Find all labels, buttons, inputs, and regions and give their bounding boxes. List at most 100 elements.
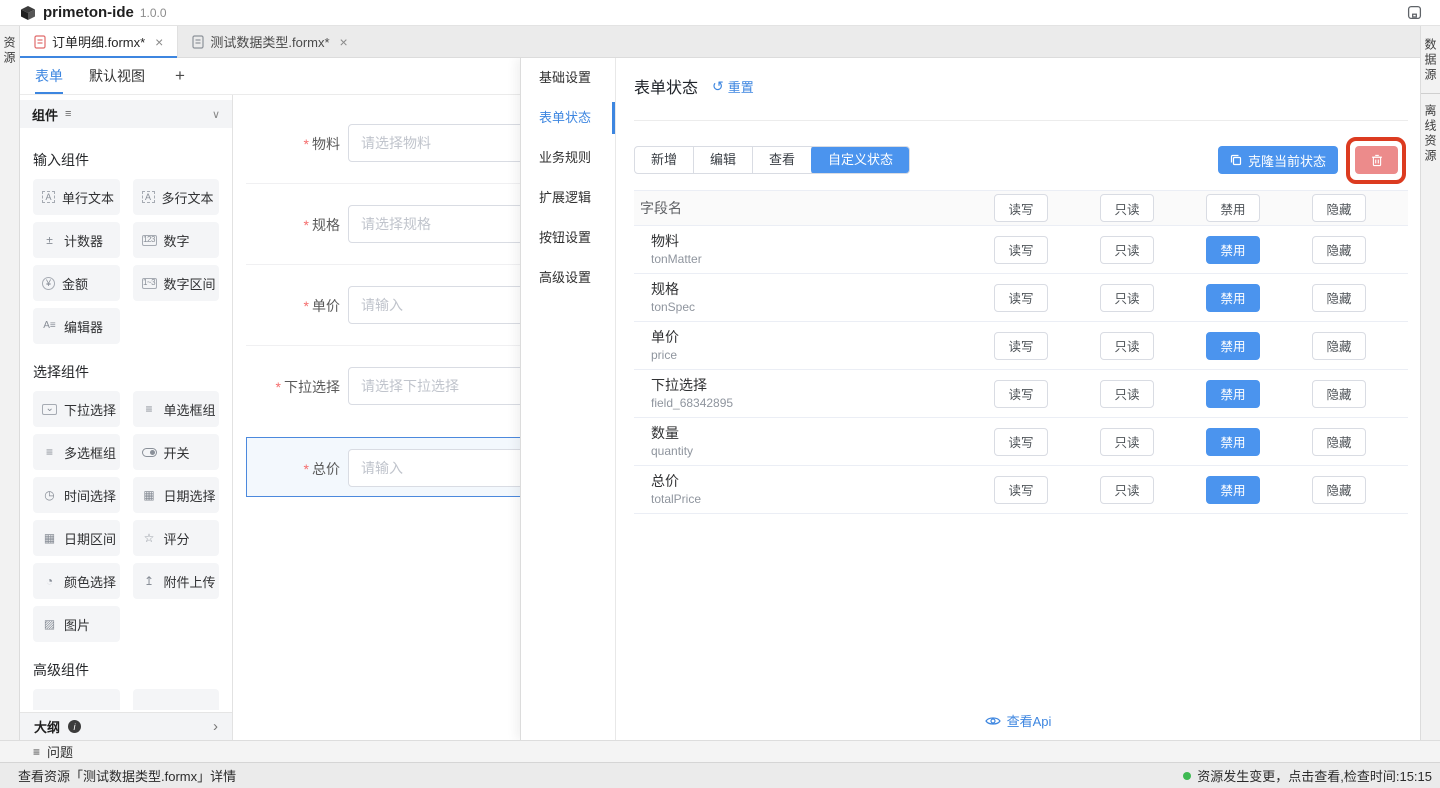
spec-input[interactable] [348, 205, 520, 243]
component-number[interactable]: 123数字 [133, 222, 220, 258]
component-color-picker[interactable]: ◔颜色选择 [33, 563, 120, 599]
disabled-option-button[interactable]: 禁用 [1206, 194, 1260, 222]
hidden-option-button[interactable]: 隐藏 [1312, 284, 1366, 312]
disabled-option-button[interactable]: 禁用 [1206, 380, 1260, 408]
chevron-down-icon[interactable]: ∨ [212, 108, 220, 121]
disabled-option-button[interactable]: 禁用 [1206, 236, 1260, 264]
hidden-option-button[interactable]: 隐藏 [1312, 332, 1366, 360]
readwrite-option-button[interactable]: 读写 [994, 476, 1048, 504]
material-input[interactable] [348, 124, 520, 162]
readonly-option-button[interactable]: 只读 [1100, 194, 1154, 222]
readonly-option-button[interactable]: 只读 [1100, 284, 1154, 312]
component-date-range[interactable]: ▦日期区间 [33, 520, 120, 556]
readwrite-option-button[interactable]: 读写 [994, 332, 1048, 360]
state-tab-new[interactable]: 新增 [635, 147, 694, 173]
view-tab-label: 表单 [35, 66, 63, 86]
components-panel-header[interactable]: 组件 ≡ ∨ [20, 100, 232, 128]
component-upload[interactable]: ↥附件上传 [133, 563, 220, 599]
menu-business-rules[interactable]: 业务规则 [521, 138, 615, 178]
component-button[interactable] [133, 689, 220, 710]
readonly-option-button[interactable]: 只读 [1100, 476, 1154, 504]
component-button[interactable] [33, 689, 120, 710]
component-number-range[interactable]: 1~3数字区间 [133, 265, 220, 301]
disabled-option-button[interactable]: 禁用 [1206, 284, 1260, 312]
menu-extension-logic[interactable]: 扩展逻辑 [521, 178, 615, 218]
delete-state-button[interactable] [1355, 146, 1398, 174]
component-rating[interactable]: ☆评分 [133, 520, 220, 556]
outline-toggle[interactable]: 大纲 i › [20, 712, 232, 740]
field-name: 总价 [651, 471, 968, 491]
resources-rail-tab[interactable]: 资源 [1, 36, 18, 66]
field-label-text: 规格 [312, 217, 340, 233]
total-price-input[interactable] [348, 449, 520, 487]
tab-form[interactable]: 表单 [35, 58, 63, 94]
rating-icon: ☆ [142, 531, 157, 545]
state-tab-view[interactable]: 查看 [753, 147, 812, 173]
table-header-row: 字段名 读写 只读 禁用 隐藏 [634, 190, 1408, 226]
state-tab-edit[interactable]: 编辑 [694, 147, 753, 173]
form-field-total-price[interactable]: *总价 [233, 449, 520, 487]
counter-icon: ± [42, 233, 57, 247]
hidden-option-button[interactable]: 隐藏 [1312, 380, 1366, 408]
menu-form-state[interactable]: 表单状态 [521, 98, 615, 138]
readonly-option-button[interactable]: 只读 [1100, 236, 1154, 264]
form-field-unit-price[interactable]: *单价 [233, 286, 520, 324]
problems-bar[interactable]: ≡ 问题 [0, 740, 1440, 762]
close-icon[interactable]: × [155, 35, 163, 49]
reset-link[interactable]: ↺ 重置 [712, 77, 754, 96]
close-icon[interactable]: × [340, 35, 348, 49]
field-label: *下拉选择 [233, 377, 340, 397]
component-counter[interactable]: ±计数器 [33, 222, 120, 258]
clone-current-state-button[interactable]: 克隆当前状态 [1218, 146, 1338, 174]
tab-order-detail-formx[interactable]: 订单明细.formx* × [20, 26, 178, 57]
readwrite-option-button[interactable]: 读写 [994, 380, 1048, 408]
view-api-link[interactable]: 查看Api [616, 711, 1420, 730]
menu-basic-settings[interactable]: 基础设置 [521, 58, 615, 98]
component-time-picker[interactable]: ◷时间选择 [33, 477, 120, 513]
datasource-rail-tab[interactable]: 数据源 [1422, 38, 1439, 83]
status-left-text[interactable]: 查看资源「测试数据类型.formx」详情 [18, 766, 236, 785]
offline-resources-rail-tab[interactable]: 离线资源 [1422, 104, 1439, 164]
component-radio-group[interactable]: ≡单选框组 [133, 391, 220, 427]
readonly-option-button[interactable]: 只读 [1100, 332, 1154, 360]
form-field-dropdown[interactable]: *下拉选择 [233, 367, 520, 405]
component-switch[interactable]: 开关 [133, 434, 220, 470]
hidden-option-button[interactable]: 隐藏 [1312, 194, 1366, 222]
disabled-option-button[interactable]: 禁用 [1206, 428, 1260, 456]
left-rail: 资源 [0, 26, 20, 740]
form-field-spec[interactable]: *规格 [233, 205, 520, 243]
window-icon[interactable] [1407, 5, 1422, 20]
hidden-option-button[interactable]: 隐藏 [1312, 476, 1366, 504]
readwrite-option-button[interactable]: 读写 [994, 428, 1048, 456]
tab-test-datatype-formx[interactable]: 测试数据类型.formx* × [178, 26, 361, 57]
component-image[interactable]: ▨图片 [33, 606, 120, 642]
component-single-line-text[interactable]: A单行文本 [33, 179, 120, 215]
component-date-picker[interactable]: ▦日期选择 [133, 477, 220, 513]
readonly-option-button[interactable]: 只读 [1100, 380, 1154, 408]
component-list: 输入组件 A单行文本 A多行文本 ±计数器 123数字 ¥金额 1~3数字区间 … [20, 128, 232, 710]
hidden-option-button[interactable]: 隐藏 [1312, 236, 1366, 264]
hidden-option-button[interactable]: 隐藏 [1312, 428, 1366, 456]
component-currency[interactable]: ¥金额 [33, 265, 120, 301]
disabled-option-button[interactable]: 禁用 [1206, 476, 1260, 504]
state-tab-custom[interactable]: 自定义状态 [811, 146, 910, 174]
component-label: 数字区间 [164, 274, 216, 293]
readwrite-option-button[interactable]: 读写 [994, 284, 1048, 312]
chevron-right-icon[interactable]: › [213, 718, 218, 735]
form-field-material[interactable]: *物料 [233, 124, 520, 162]
readwrite-option-button[interactable]: 读写 [994, 194, 1048, 222]
add-view-button[interactable]: + [175, 66, 185, 86]
component-checkbox-group[interactable]: ≡多选框组 [33, 434, 120, 470]
readonly-option-button[interactable]: 只读 [1100, 428, 1154, 456]
component-multi-line-text[interactable]: A多行文本 [133, 179, 220, 215]
tab-default-view[interactable]: 默认视图 [89, 58, 145, 94]
component-dropdown[interactable]: ⌄下拉选择 [33, 391, 120, 427]
status-right[interactable]: 资源发生变更，点击查看,检查时间:15:15 [1183, 766, 1432, 785]
menu-button-settings[interactable]: 按钮设置 [521, 218, 615, 258]
unit-price-input[interactable] [348, 286, 520, 324]
readwrite-option-button[interactable]: 读写 [994, 236, 1048, 264]
disabled-option-button[interactable]: 禁用 [1206, 332, 1260, 360]
dropdown-input[interactable] [348, 367, 520, 405]
component-editor[interactable]: A≡编辑器 [33, 308, 120, 344]
menu-advanced-settings[interactable]: 高级设置 [521, 258, 615, 298]
